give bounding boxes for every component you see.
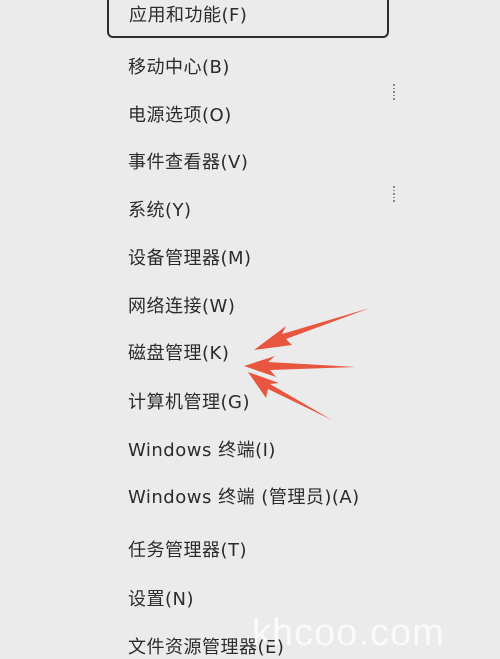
menu-item-label: 事件查看器(V) [128,152,249,173]
menu-item-label: 任务管理器(T) [128,540,248,561]
menu-item-task-manager[interactable]: 任务管理器(T) [128,539,247,563]
menu-item-label: 文件资源管理器(E) [128,637,285,658]
menu-item-computer-management[interactable]: 计算机管理(G) [128,391,250,415]
menu-item-label: Windows 终端 (管理员)(A) [128,487,360,508]
context-menu-screenshot: 应用和功能(F) 移动中心(B) 电源选项(O) 事件查看器(V) 系统(Y) … [0,0,500,659]
separator-dots [393,84,395,102]
menu-item-label: 电源选项(O) [128,105,232,126]
menu-item-windows-terminal-admin[interactable]: Windows 终端 (管理员)(A) [128,486,360,510]
menu-item-apps-and-features[interactable]: 应用和功能(F) [107,0,389,38]
menu-item-windows-terminal[interactable]: Windows 终端(I) [128,439,276,463]
menu-item-power-options[interactable]: 电源选项(O) [128,104,232,128]
annotation-arrows [244,308,370,420]
menu-item-system[interactable]: 系统(Y) [128,199,192,223]
menu-item-label: 系统(Y) [128,200,192,221]
menu-item-label: 磁盘管理(K) [128,343,230,364]
arrow-icon [244,308,370,420]
separator-dots [393,186,395,204]
menu-item-event-viewer[interactable]: 事件查看器(V) [128,151,248,175]
menu-item-label: 应用和功能(F) [129,5,248,26]
menu-item-network-connections[interactable]: 网络连接(W) [128,295,235,319]
menu-item-label: 网络连接(W) [128,296,236,317]
menu-item-disk-management[interactable]: 磁盘管理(K) [128,342,229,366]
menu-item-label: 计算机管理(G) [128,392,250,413]
menu-item-device-manager[interactable]: 设备管理器(M) [128,247,252,271]
menu-item-mobility-center[interactable]: 移动中心(B) [128,56,230,80]
menu-item-settings[interactable]: 设置(N) [128,588,194,612]
menu-item-label: 设置(N) [128,589,195,610]
menu-item-file-explorer[interactable]: 文件资源管理器(E) [128,636,284,659]
menu-item-label: 移动中心(B) [128,57,230,78]
menu-item-label: Windows 终端(I) [128,440,276,461]
menu-item-label: 设备管理器(M) [128,248,252,269]
